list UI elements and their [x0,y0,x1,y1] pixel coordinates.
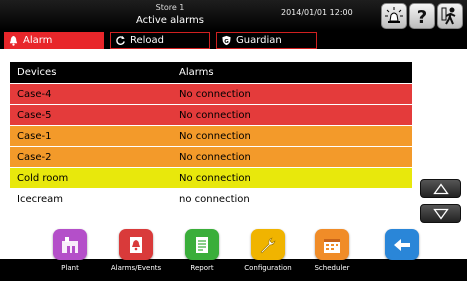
nav-label: Alarms/Events [110,264,162,272]
table-row[interactable]: Case-4 No connection [10,83,412,104]
tab-alarm-label: Alarm [23,35,53,46]
nav-label: Plant [61,264,79,272]
back-arrow-icon [385,229,419,260]
user-login-button[interactable] [437,3,463,29]
svg-text:G: G [224,39,229,45]
reload-icon [116,35,125,45]
scroll-down-button[interactable] [420,204,461,223]
alarm-cell: No connection [179,109,251,121]
device-cell: Case-2 [17,151,52,163]
tab-reload-label: Reload [130,35,165,46]
scroll-up-button[interactable] [420,179,461,198]
tab-bar: Alarm Reload G Guardian [0,31,467,49]
table-row[interactable]: Case-1 No connection [10,125,412,146]
alarm-cell: No connection [179,88,251,100]
device-cell: Case-5 [17,109,52,121]
table-row[interactable]: Cold room No connection [10,167,412,188]
triangle-up-icon [432,182,449,194]
nav-alarms-events[interactable]: Alarms/Events [98,229,174,281]
column-devices: Devices [17,67,57,78]
table-row[interactable]: Case-5 No connection [10,104,412,125]
header: Store 1 Active alarms 2014/01/01 12:00 ? [0,0,467,31]
guardian-icon: G [222,35,231,46]
tab-guardian[interactable]: G Guardian [216,32,317,49]
alarm-cell: No connection [179,172,251,184]
alarm-light-icon [385,7,403,23]
alarm-light-button[interactable] [381,3,407,29]
alarm-cell: No connection [179,130,251,142]
help-button[interactable]: ? [409,3,435,29]
device-cell: Icecream [17,193,64,205]
nav-label: Report [190,264,214,272]
tab-reload[interactable]: Reload [110,32,210,49]
nav-plant[interactable]: Plant [32,229,108,281]
alarms-events-icon [119,229,153,260]
scheduler-icon [315,229,349,260]
tab-guardian-label: Guardian [236,35,282,46]
column-alarms: Alarms [179,67,214,78]
nav-label: Configuration [244,264,292,272]
alarm-cell: No connection [179,151,251,163]
nav-label: Scheduler [314,264,350,272]
bell-icon [9,35,18,46]
datetime: 2014/01/01 12:00 [281,8,353,17]
device-cell: Cold room [17,172,69,184]
device-cell: Case-4 [17,88,52,100]
alarm-cell: no connection [179,193,250,205]
table-row[interactable]: Icecream no connection [10,188,412,209]
nav-report[interactable]: Report [164,229,240,281]
tab-alarm[interactable]: Alarm [4,32,104,49]
table-header: Devices Alarms [10,62,412,83]
user-login-icon [441,7,456,25]
device-cell: Case-1 [17,130,52,142]
report-icon [185,229,219,260]
nav-scheduler[interactable]: Scheduler [294,229,370,281]
wrench-icon [251,229,285,260]
alarms-table: Devices Alarms Case-4 No connection Case… [10,62,412,209]
help-icon: ? [417,7,427,26]
table-row[interactable]: Case-2 No connection [10,146,412,167]
triangle-down-icon [432,208,449,220]
plant-icon [53,229,87,260]
svg-text:?: ? [417,7,427,26]
nav-back[interactable] [364,229,440,281]
